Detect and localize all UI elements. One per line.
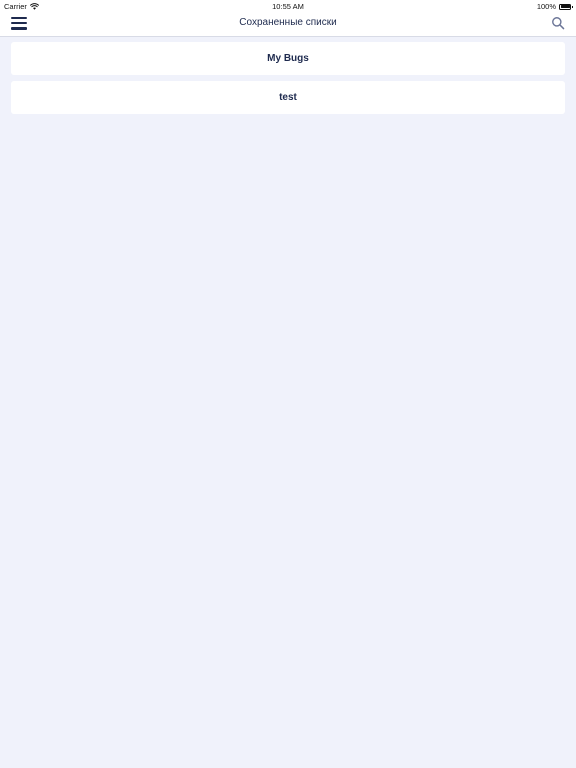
- page-title: Сохраненные списки: [239, 17, 337, 28]
- status-time: 10:55 AM: [272, 2, 304, 11]
- list-item-label: My Bugs: [267, 53, 309, 64]
- list-item[interactable]: My Bugs: [11, 42, 565, 75]
- list-item-label: test: [279, 92, 297, 103]
- battery-percent: 100%: [536, 2, 556, 11]
- battery-status: 100%: [536, 2, 573, 11]
- search-button[interactable]: [551, 16, 565, 30]
- list-item[interactable]: test: [11, 81, 565, 114]
- battery-fill: [560, 5, 570, 8]
- status-bar: Carrier 10:55 AM 100%: [0, 0, 576, 12]
- saved-lists: My Bugs test: [11, 42, 565, 120]
- search-icon: [552, 17, 565, 30]
- navigation-bar: Сохраненные списки: [0, 12, 576, 37]
- battery-icon: [559, 3, 573, 10]
